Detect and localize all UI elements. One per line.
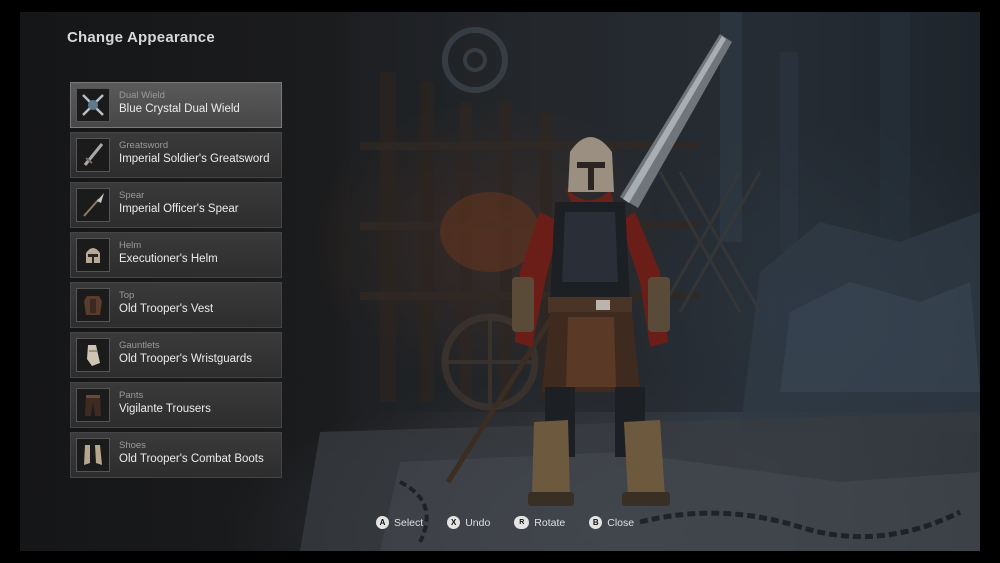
page-title: Change Appearance bbox=[67, 29, 215, 46]
x-button-icon: X bbox=[447, 516, 461, 529]
appearance-slot-list: Dual Wield Blue Crystal Dual Wield Great… bbox=[70, 82, 284, 482]
spear-icon bbox=[76, 188, 110, 222]
trousers-icon bbox=[76, 388, 110, 422]
slot-item-name: Old Trooper's Wristguards bbox=[119, 353, 253, 365]
helm-icon bbox=[76, 238, 110, 272]
slot-gauntlets[interactable]: Gauntlets Old Trooper's Wristguards bbox=[70, 332, 282, 378]
slot-category-label: Helm bbox=[119, 240, 142, 251]
slot-dual-wield[interactable]: Dual Wield Blue Crystal Dual Wield bbox=[70, 82, 282, 128]
slot-item-name: Executioner's Helm bbox=[119, 253, 218, 265]
button-prompts-bar: A Select X Undo R Rotate B Close bbox=[376, 516, 658, 529]
gauntlet-icon bbox=[76, 338, 110, 372]
a-button-icon: A bbox=[376, 516, 389, 529]
slot-item-name: Blue Crystal Dual Wield bbox=[119, 103, 240, 115]
greatsword-icon bbox=[76, 138, 110, 172]
slot-category-label: Pants bbox=[119, 390, 144, 401]
slot-shoes[interactable]: Shoes Old Trooper's Combat Boots bbox=[70, 432, 282, 478]
slot-item-name: Imperial Soldier's Greatsword bbox=[119, 153, 270, 165]
close-prompt[interactable]: B Close bbox=[589, 516, 634, 529]
slot-helm[interactable]: Helm Executioner's Helm bbox=[70, 232, 282, 278]
right-stick-icon: R bbox=[514, 516, 530, 529]
slot-item-name: Old Trooper's Combat Boots bbox=[119, 453, 264, 465]
slot-category-label: Gauntlets bbox=[119, 340, 160, 351]
prompt-label: Select bbox=[394, 516, 424, 529]
slot-spear[interactable]: Spear Imperial Officer's Spear bbox=[70, 182, 282, 228]
dual-wield-icon bbox=[76, 88, 110, 122]
prompt-label: Rotate bbox=[534, 516, 566, 529]
slot-item-name: Old Trooper's Vest bbox=[119, 303, 214, 315]
b-button-icon: B bbox=[589, 516, 603, 529]
rotate-prompt[interactable]: R Rotate bbox=[514, 516, 565, 529]
vest-icon bbox=[76, 288, 110, 322]
undo-prompt[interactable]: X Undo bbox=[447, 516, 490, 529]
select-prompt[interactable]: A Select bbox=[376, 516, 423, 529]
prompt-label: Undo bbox=[465, 516, 491, 529]
slot-top[interactable]: Top Old Trooper's Vest bbox=[70, 282, 282, 328]
game-screen: Change Appearance Dual Wield Blue Crysta… bbox=[20, 12, 980, 551]
slot-greatsword[interactable]: Greatsword Imperial Soldier's Greatsword bbox=[70, 132, 282, 178]
slot-category-label: Dual Wield bbox=[119, 90, 165, 101]
slot-category-label: Greatsword bbox=[119, 140, 169, 151]
boots-icon bbox=[76, 438, 110, 472]
slot-category-label: Top bbox=[119, 290, 135, 301]
slot-item-name: Vigilante Trousers bbox=[119, 403, 211, 415]
prompt-label: Close bbox=[607, 516, 635, 529]
slot-item-name: Imperial Officer's Spear bbox=[119, 203, 239, 215]
slot-pants[interactable]: Pants Vigilante Trousers bbox=[70, 382, 282, 428]
slot-category-label: Spear bbox=[119, 190, 145, 201]
slot-category-label: Shoes bbox=[119, 440, 146, 451]
